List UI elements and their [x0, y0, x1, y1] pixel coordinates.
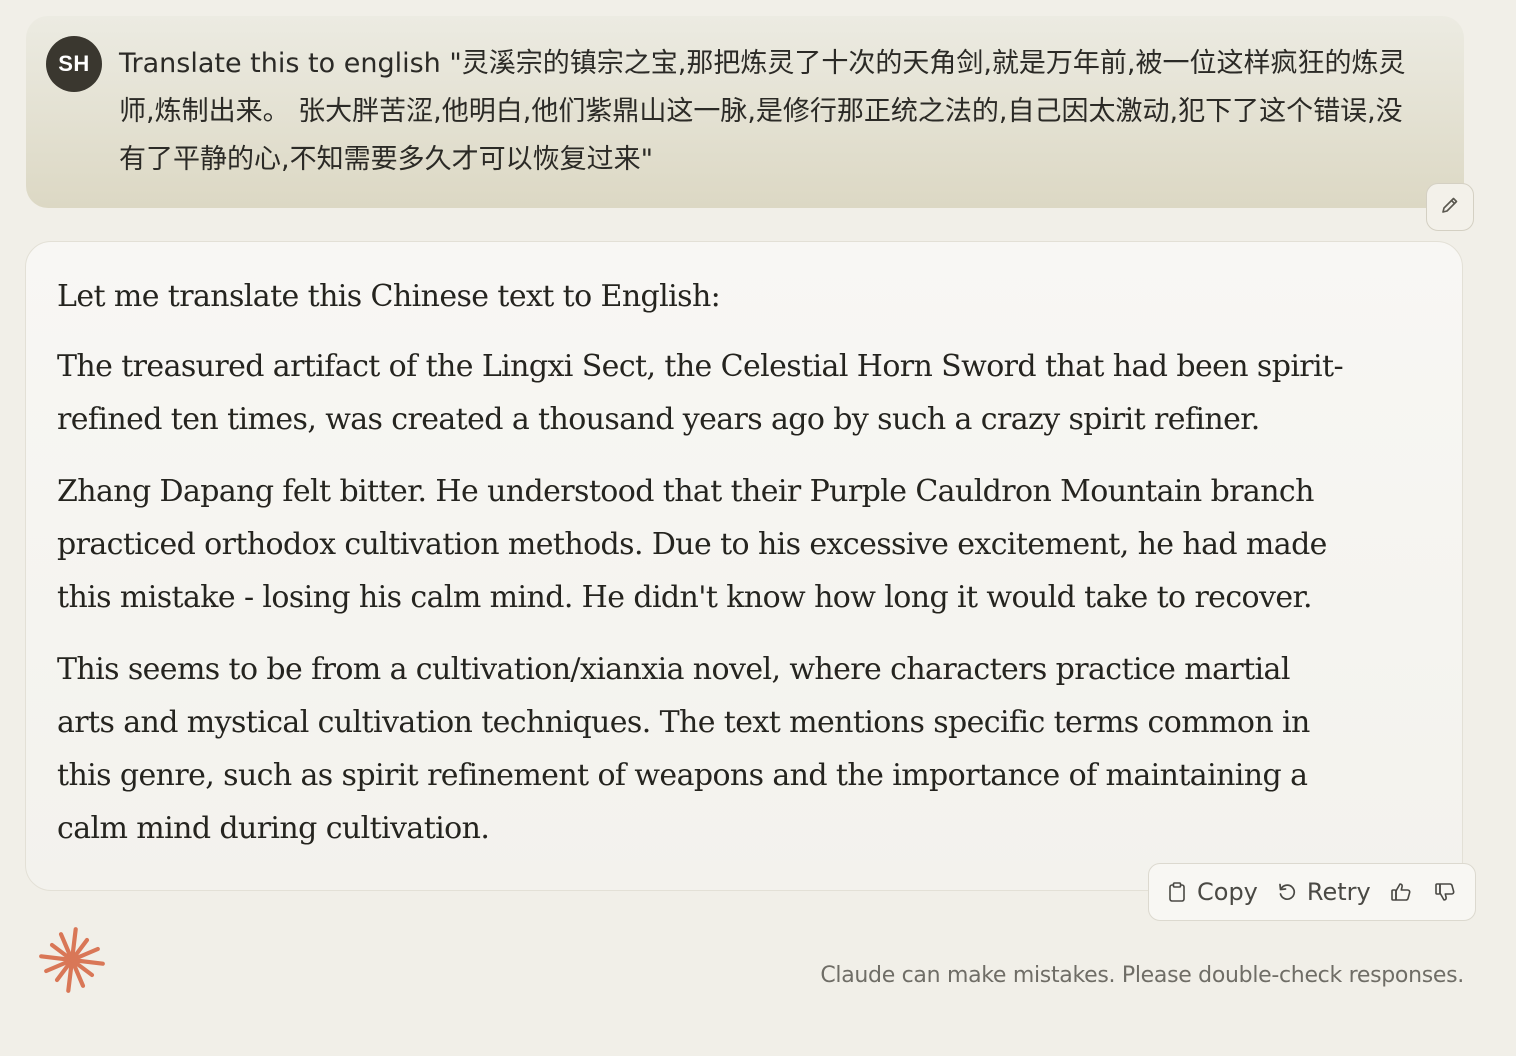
copy-label: Copy	[1197, 878, 1258, 906]
disclaimer-text: Claude can make mistakes. Please double-…	[820, 963, 1464, 988]
copy-button[interactable]: Copy	[1167, 878, 1258, 906]
pencil-icon	[1440, 195, 1460, 220]
assistant-paragraph: Let me translate this Chinese text to En…	[57, 279, 721, 314]
assistant-message-card: Let me translate this Chinese text to En…	[25, 241, 1463, 891]
retry-label: Retry	[1306, 878, 1371, 906]
user-avatar: SH	[46, 36, 102, 92]
thumbs-up-button[interactable]	[1389, 880, 1413, 904]
edit-message-button[interactable]	[1426, 183, 1474, 231]
assistant-paragraph: Zhang Dapang felt bitter. He understood …	[57, 474, 1327, 615]
thumbs-down-icon	[1433, 880, 1457, 904]
thumbs-up-icon	[1389, 880, 1413, 904]
assistant-message-text: Let me translate this Chinese text to En…	[57, 268, 1347, 874]
message-action-bar: Copy Retry	[1148, 863, 1476, 921]
retry-button[interactable]: Retry	[1276, 878, 1371, 906]
user-message-bubble: SH Translate this to english "灵溪宗的镇宗之宝,那…	[26, 16, 1464, 208]
retry-icon	[1276, 881, 1298, 903]
claude-logo-icon	[38, 926, 106, 994]
user-message-text: Translate this to english "灵溪宗的镇宗之宝,那把炼灵…	[119, 48, 1406, 175]
clipboard-icon	[1167, 881, 1187, 903]
assistant-paragraph: The treasured artifact of the Lingxi Sec…	[57, 349, 1344, 437]
thumbs-down-button[interactable]	[1433, 880, 1457, 904]
assistant-paragraph: This seems to be from a cultivation/xian…	[57, 652, 1310, 846]
chat-page: SH Translate this to english "灵溪宗的镇宗之宝,那…	[0, 0, 1516, 1056]
